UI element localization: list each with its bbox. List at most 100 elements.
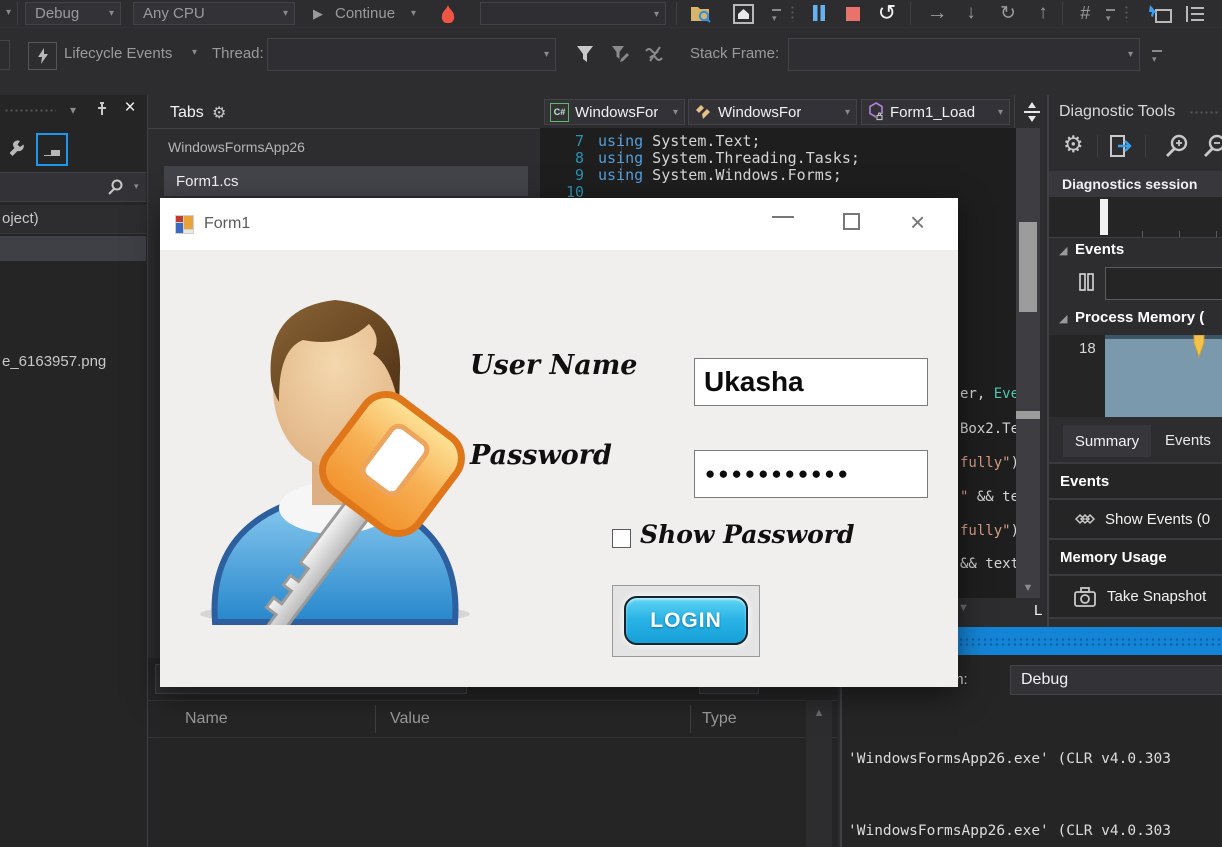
panel-grip-handle[interactable] — [4, 108, 56, 114]
properties-object-row[interactable]: oject) — [0, 205, 146, 234]
chevron-down-icon[interactable]: ▾ — [0, 7, 17, 18]
maximize-button[interactable] — [843, 213, 860, 230]
stop-debugging-icon[interactable] — [842, 5, 864, 23]
chevron-down-icon[interactable]: ▾ — [186, 47, 203, 58]
show-password-checkbox[interactable] — [612, 529, 631, 548]
form1-titlebar[interactable]: Form1 × — [160, 198, 958, 250]
events-track[interactable] — [1105, 267, 1222, 300]
password-field[interactable]: ●●●●●●●●●●● — [694, 450, 928, 498]
nav-project-dropdown[interactable]: C# WindowsFor ▾ — [544, 99, 685, 125]
tab-form1-cs[interactable]: Form1.cs — [164, 166, 528, 196]
scrollbar-down-arrow-icon[interactable]: ▼ — [1018, 580, 1038, 596]
filter-icon[interactable] — [573, 41, 597, 67]
browse-folder-icon[interactable] — [688, 2, 714, 25]
step-into-icon[interactable]: ↓ — [958, 0, 984, 26]
chevron-down-icon[interactable]: ▾ — [64, 103, 82, 117]
show-events-row[interactable]: Show Events (0 — [1049, 498, 1222, 538]
hot-reload-flame-icon[interactable] — [438, 4, 458, 24]
timeline-thumb[interactable] — [1100, 199, 1108, 235]
panel-grip-handle[interactable] — [1189, 110, 1219, 116]
properties-selected-row[interactable] — [0, 236, 146, 261]
nav-class-dropdown[interactable]: WindowsFor ▾ — [688, 99, 857, 125]
tab-label: Form1.cs — [164, 173, 239, 190]
take-snapshot-row[interactable]: Take Snapshot — [1049, 574, 1222, 619]
tab-summary[interactable]: Summary — [1063, 425, 1151, 457]
code-line[interactable]: 9 using System.Windows.Forms; — [540, 166, 1016, 183]
zoom-in-icon[interactable] — [1163, 133, 1191, 159]
column-header-name[interactable]: Name — [185, 710, 228, 728]
code-text: System.Windows.Forms; — [643, 166, 842, 183]
toolbar-grip-handle[interactable] — [1124, 5, 1130, 22]
gear-icon[interactable]: ⚙ — [1063, 131, 1084, 158]
nav-member-dropdown[interactable]: Form1_Load ▾ — [861, 99, 1010, 125]
code-line[interactable]: 8 using System.Threading.Tasks; — [540, 149, 1016, 166]
raw-view-icon[interactable]: # — [1072, 0, 1098, 26]
column-header-value[interactable]: Value — [390, 710, 430, 728]
properties-wrench-icon[interactable] — [8, 137, 32, 161]
export-icon[interactable] — [1107, 133, 1135, 159]
collapse-triangle-icon[interactable]: ◢ — [1059, 244, 1067, 257]
toolbar-overflow-icon[interactable]: ▾ — [1152, 50, 1162, 69]
split-editor-icon[interactable] — [1014, 95, 1048, 128]
events-view-button[interactable] — [36, 133, 68, 166]
flat-view-icon[interactable] — [642, 41, 668, 67]
properties-search-input[interactable]: ▾ — [0, 172, 146, 202]
gear-icon[interactable]: ⚙ — [212, 103, 226, 123]
username-field[interactable]: Ukasha — [694, 358, 928, 406]
memory-usage-header: Memory Usage — [1049, 549, 1167, 566]
pause-marker-icon — [1077, 271, 1097, 293]
step-over-icon[interactable]: ↻ — [994, 0, 1022, 26]
login-button[interactable]: LOGIN — [612, 585, 760, 657]
scrollbar-up-arrow-icon[interactable]: ▲ — [810, 706, 828, 720]
show-next-statement-icon[interactable] — [1146, 2, 1174, 25]
lifecycle-events-icon[interactable] — [28, 42, 57, 70]
code-line[interactable]: 7 using System.Text; — [540, 132, 1016, 149]
scrollbar-thumb[interactable] — [1019, 222, 1037, 312]
show-password-label: Show Password — [640, 520, 854, 549]
memory-area-chart[interactable] — [1105, 335, 1222, 417]
divider — [148, 128, 540, 129]
editor-scrollbar[interactable]: ▼ — [1016, 128, 1040, 620]
run-to-cursor-icon[interactable]: → — [922, 0, 952, 26]
filter-edit-icon[interactable] — [608, 41, 632, 67]
login-button-face[interactable]: LOGIN — [624, 596, 748, 645]
zoom-out-icon[interactable] — [1201, 133, 1222, 159]
minimize-button[interactable] — [772, 216, 794, 218]
show-all-windows-icon[interactable] — [730, 2, 758, 25]
close-icon[interactable]: × — [120, 97, 140, 119]
search-icon — [106, 177, 126, 197]
stack-frame-combo[interactable]: ▾ — [788, 38, 1140, 71]
thread-combo[interactable]: ▾ — [267, 38, 556, 71]
play-icon: ▶ — [310, 6, 326, 22]
diagnostics-timeline[interactable] — [1049, 197, 1222, 238]
toolbar-overflow-icon[interactable]: ▾ — [772, 9, 781, 28]
pause-break-all-icon[interactable] — [808, 3, 830, 23]
memory-graph-region: 18 — [1049, 335, 1222, 417]
output-source-combo[interactable]: Debug — [1010, 665, 1222, 695]
collapse-triangle-icon[interactable]: ◢ — [1059, 312, 1067, 325]
continue-button[interactable]: ▶ Continue ▾ — [310, 0, 422, 27]
chevron-down-icon: ▾ — [667, 107, 684, 118]
step-out-icon[interactable]: ↑ — [1030, 0, 1056, 26]
call-hierarchy-icon[interactable] — [1182, 2, 1210, 25]
toolbar-empty-combo[interactable]: ▾ — [480, 2, 666, 25]
toolbar-row1: ▾ Debug ▾ Any CPU ▾ ▶ Continue ▾ ▾ ▾ — [0, 0, 1222, 27]
toolbar-separator — [1097, 135, 1098, 157]
platform-combo[interactable]: Any CPU ▾ — [133, 2, 295, 25]
take-snapshot-label: Take Snapshot — [1107, 588, 1206, 605]
column-separator[interactable] — [375, 705, 376, 733]
debug-configuration-combo[interactable]: Debug ▾ — [25, 2, 121, 25]
chevron-down-icon[interactable]: ▼ — [958, 602, 969, 614]
watch-header-row: Name Value Type — [148, 700, 838, 738]
column-separator[interactable] — [690, 705, 691, 733]
output-log[interactable]: 'WindowsFormsApp26.exe' (CLR v4.0.303 'W… — [848, 699, 1222, 847]
close-button[interactable]: × — [910, 207, 925, 238]
pin-icon[interactable] — [92, 99, 112, 119]
toolbar-grip-handle[interactable] — [790, 5, 796, 22]
restart-debugging-icon[interactable]: ↺ — [874, 0, 900, 26]
toolbar-overflow-icon[interactable]: ▾ — [1106, 9, 1115, 28]
column-header-type[interactable]: Type — [702, 710, 737, 728]
tab-events[interactable]: Events — [1165, 432, 1211, 449]
watch-scrollbar[interactable]: ▲ — [806, 700, 832, 847]
lifecycle-events-label[interactable]: Lifecycle Events — [64, 45, 172, 62]
